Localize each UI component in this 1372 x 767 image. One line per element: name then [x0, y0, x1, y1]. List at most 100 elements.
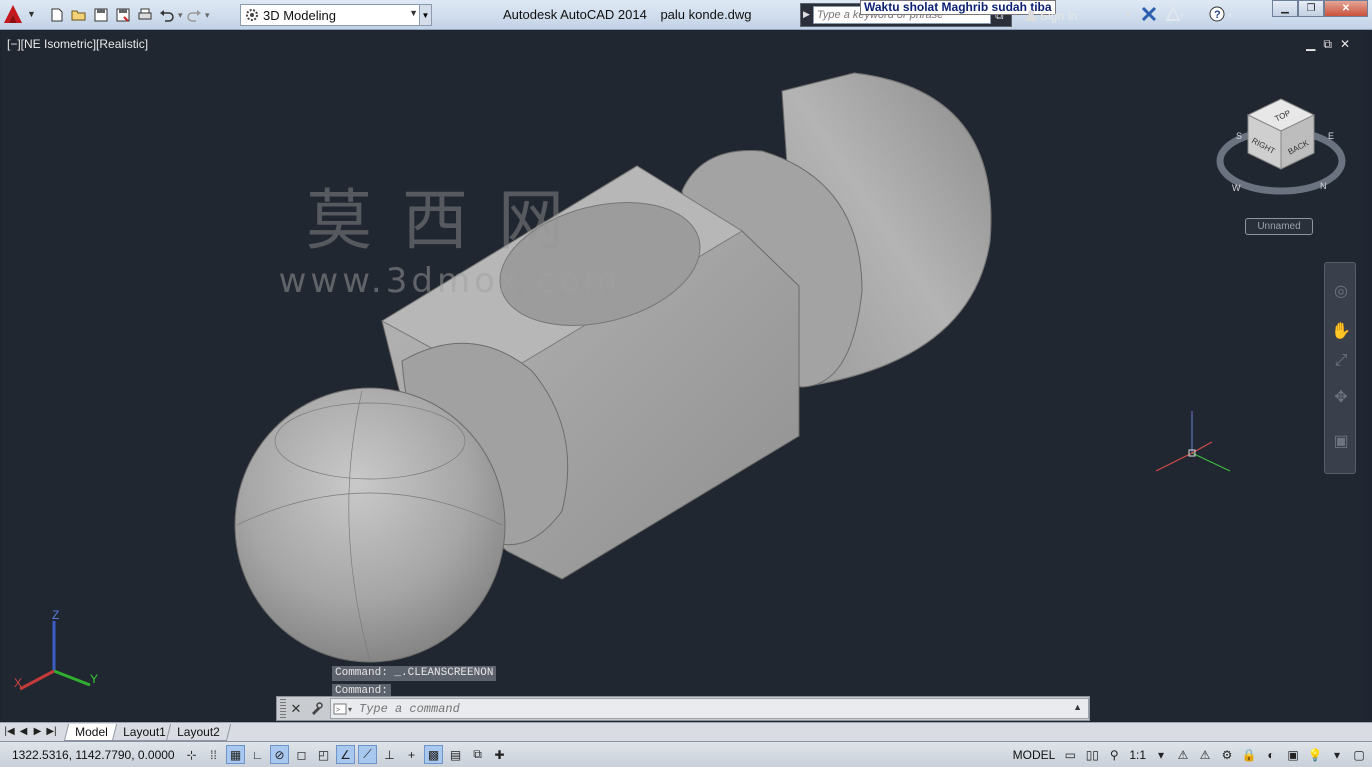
- expand-search-icon[interactable]: ▶: [803, 9, 810, 20]
- user-icon: [1025, 10, 1037, 21]
- pan-icon[interactable]: ✋: [1329, 319, 1353, 343]
- plot-icon[interactable]: [134, 5, 156, 25]
- toolbar-overflow-icon[interactable]: ▼: [419, 5, 431, 25]
- compass-w[interactable]: W: [1232, 183, 1241, 193]
- lock-icon[interactable]: 🔒: [1240, 745, 1258, 764]
- prompt-icon[interactable]: > ▾: [331, 699, 359, 718]
- svg-text:▾: ▾: [348, 705, 352, 714]
- redo-dropdown-icon[interactable]: ▾: [205, 7, 210, 23]
- tab-layout2[interactable]: Layout2: [165, 724, 231, 741]
- steering-wheel-icon[interactable]: ◎: [1329, 279, 1353, 303]
- command-input[interactable]: [359, 701, 999, 716]
- viewport-close-icon[interactable]: ✕: [1340, 37, 1350, 52]
- drawing-viewport[interactable]: 莫西网 www.3dmox.com [−][NE Isometric][Real…: [2, 31, 1364, 721]
- maximize-button[interactable]: ❐: [1298, 0, 1324, 17]
- annotation-visibility-icon[interactable]: ⚠: [1174, 745, 1192, 764]
- object-snap-tracking-icon[interactable]: ∠: [336, 745, 355, 764]
- window-controls: ▁ ❐ ✕: [1272, 0, 1368, 17]
- annotation-scale[interactable]: 1:1: [1127, 748, 1148, 762]
- autocad-logo-icon[interactable]: [3, 4, 23, 24]
- next-tab-icon[interactable]: ▶: [32, 726, 43, 737]
- title-bar: ▼ ▾ ▾ 3D Modeling ▼ ▼ Autodesk AutoCAD 2…: [0, 0, 1372, 30]
- autodesk-360-icon[interactable]: ▾: [1165, 6, 1185, 22]
- quick-access-toolbar: ▾ ▾: [46, 5, 210, 25]
- wrench-icon[interactable]: [306, 699, 326, 719]
- ortho-mode-icon[interactable]: ∟: [248, 745, 267, 764]
- layout-tab-bar: |◀ ◀ ▶ ▶| Model Layout1 Layout2: [0, 722, 1372, 741]
- showmotion-icon[interactable]: ▣: [1329, 429, 1353, 453]
- save-icon[interactable]: [90, 5, 112, 25]
- viewport-minimize-icon[interactable]: ▁: [1306, 37, 1315, 52]
- infer-constraints-icon[interactable]: ⊹: [182, 745, 201, 764]
- viewcube[interactable]: TOP RIGHT BACK S W N E: [1216, 95, 1346, 205]
- command-history-up-icon[interactable]: ▲: [1073, 702, 1082, 712]
- viewport-label[interactable]: [−][NE Isometric][Realistic]: [7, 37, 148, 51]
- model-space-toggle[interactable]: MODEL: [1011, 748, 1058, 762]
- auto-scale-icon[interactable]: ⚠: [1196, 745, 1214, 764]
- quick-view-layouts-icon[interactable]: ▭: [1061, 745, 1079, 764]
- tab-model[interactable]: Model: [63, 724, 119, 741]
- lightbulb-icon[interactable]: 💡: [1306, 745, 1324, 764]
- sign-in-button[interactable]: Sign In: [1040, 9, 1077, 23]
- workspace-label: 3D Modeling: [263, 7, 336, 23]
- annotation-scale-icon[interactable]: ⚲: [1105, 745, 1123, 764]
- zoom-extents-icon[interactable]: ⤢: [1329, 349, 1353, 373]
- redo-icon[interactable]: [183, 5, 205, 25]
- minimize-button[interactable]: ▁: [1272, 0, 1298, 17]
- dynamic-ucs-icon[interactable]: ⟋: [358, 745, 377, 764]
- viewport-restore-icon[interactable]: ⧉: [1323, 37, 1332, 52]
- ucs-y-label: Y: [90, 672, 98, 686]
- viewport-controls: ▁ ⧉ ✕: [1306, 37, 1350, 52]
- command-history: Command: _.CLEANSCREENON Command:: [332, 664, 497, 700]
- transparency-icon[interactable]: ▩: [424, 745, 443, 764]
- ucs-x-label: X: [14, 676, 22, 690]
- command-input-wrapper: >▾ ▲: [330, 698, 1089, 719]
- gear-icon: [246, 9, 258, 21]
- chevron-down-icon[interactable]: ▼: [409, 8, 418, 18]
- exchange-icon[interactable]: [1141, 6, 1157, 22]
- last-tab-icon[interactable]: ▶|: [46, 726, 57, 737]
- close-button[interactable]: ✕: [1324, 0, 1368, 17]
- compass-n[interactable]: N: [1320, 181, 1327, 191]
- help-icon[interactable]: ? ▾: [1209, 6, 1237, 22]
- quick-properties-icon[interactable]: ▤: [446, 745, 465, 764]
- prev-tab-icon[interactable]: ◀: [18, 726, 29, 737]
- dynamic-input-icon[interactable]: ⊥: [380, 745, 399, 764]
- object-snap-icon[interactable]: ◻: [292, 745, 311, 764]
- svg-text:▾: ▾: [1228, 11, 1232, 20]
- 3d-object-snap-icon[interactable]: ◰: [314, 745, 333, 764]
- ucs-menu[interactable]: Unnamed: [1245, 218, 1313, 235]
- clean-screen-icon[interactable]: ▢: [1350, 745, 1368, 764]
- compass-e[interactable]: E: [1328, 131, 1334, 141]
- open-icon[interactable]: [68, 5, 90, 25]
- close-icon[interactable]: ✕: [286, 699, 306, 719]
- status-menu-icon[interactable]: ▾: [1328, 745, 1346, 764]
- status-tray: MODEL ▭ ▯▯ ⚲ 1:1 ▾ ⚠ ⚠ ⚙ 🔒 ◐ ▣ 💡 ▾ ▢: [1011, 745, 1368, 764]
- lineweight-icon[interactable]: +: [402, 745, 421, 764]
- save-as-icon[interactable]: [112, 5, 134, 25]
- undo-icon[interactable]: [156, 5, 178, 25]
- coordinates-readout[interactable]: 1322.5316, 1142.7790, 0.0000: [12, 748, 175, 762]
- quick-view-drawings-icon[interactable]: ▯▯: [1083, 745, 1101, 764]
- first-tab-icon[interactable]: |◀: [4, 726, 15, 737]
- snap-mode-icon[interactable]: ⁞⁞: [204, 745, 223, 764]
- 3d-model[interactable]: [2, 31, 1364, 721]
- dropdown-arrow-icon[interactable]: ▾: [1152, 745, 1170, 764]
- sign-in-dropdown-icon[interactable]: ▼: [1124, 10, 1132, 19]
- orbit-icon[interactable]: ✥: [1329, 385, 1353, 409]
- grid-display-icon[interactable]: ▦: [226, 745, 245, 764]
- workspace-select[interactable]: 3D Modeling ▼ ▼: [240, 4, 432, 26]
- isolate-objects-icon[interactable]: ▣: [1284, 745, 1302, 764]
- compass-s[interactable]: S: [1236, 131, 1242, 141]
- hardware-acceleration-icon[interactable]: ◐: [1262, 745, 1280, 764]
- selection-cycling-icon[interactable]: ⧉: [468, 745, 487, 764]
- annotation-monitor-icon[interactable]: ✚: [490, 745, 509, 764]
- workspace-switching-icon[interactable]: ⚙: [1218, 745, 1236, 764]
- tab-navigation: |◀ ◀ ▶ ▶|: [4, 726, 57, 737]
- new-icon[interactable]: [46, 5, 68, 25]
- command-line: ✕ >▾ ▲: [276, 696, 1090, 721]
- drafting-toggles: ⊹ ⁞⁞ ▦ ∟ ⊘ ◻ ◰ ∠ ⟋ ⊥ + ▩ ▤ ⧉ ✚: [182, 745, 509, 764]
- app-menu-arrow-icon[interactable]: ▼: [27, 9, 37, 19]
- command-history-line: Command: _.CLEANSCREENON: [332, 666, 497, 681]
- polar-tracking-icon[interactable]: ⊘: [270, 745, 289, 764]
